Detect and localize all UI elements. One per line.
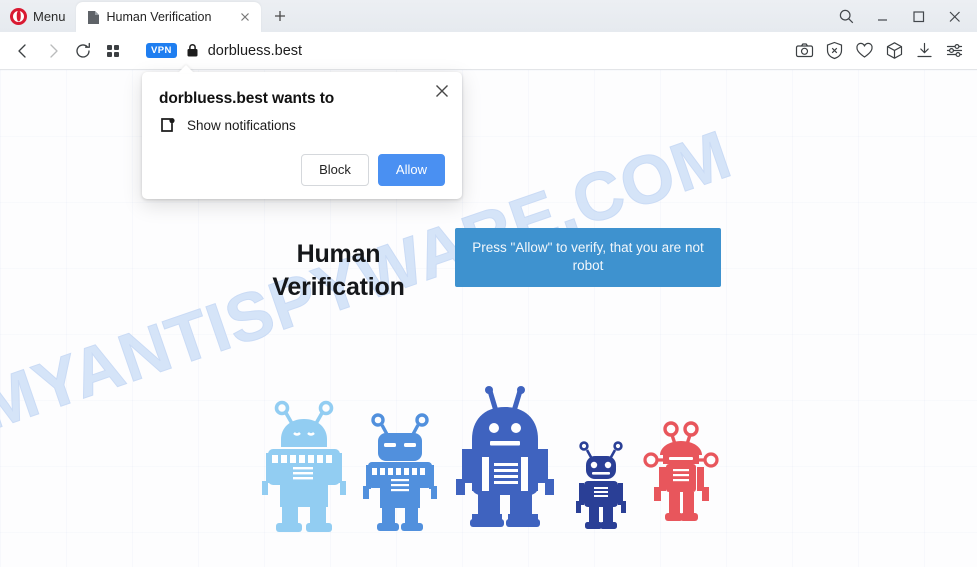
permission-label: Show notifications bbox=[187, 118, 296, 133]
camera-snapshot-icon[interactable] bbox=[794, 40, 815, 61]
plus-icon bbox=[274, 11, 285, 21]
notification-bell-badge-icon bbox=[159, 117, 176, 134]
ad-blocker-shield-icon[interactable] bbox=[824, 40, 845, 61]
download-icon[interactable] bbox=[914, 40, 935, 61]
window-close-button[interactable] bbox=[937, 1, 971, 31]
cube-icon[interactable] bbox=[884, 40, 905, 61]
page-title-line2: Verification bbox=[272, 273, 405, 301]
search-icon bbox=[839, 9, 853, 23]
minimize-icon bbox=[877, 18, 887, 21]
tab-human-verification[interactable]: Human Verification bbox=[75, 2, 261, 32]
robot-medium-blue-icon bbox=[362, 413, 437, 531]
robot-navy-small-icon bbox=[575, 441, 626, 529]
notification-permission-dialog: dorbluess.best wants to Show notificatio… bbox=[142, 72, 462, 199]
grid-tiles-icon bbox=[107, 44, 119, 57]
vpn-badge[interactable]: VPN bbox=[146, 43, 177, 58]
close-icon bbox=[949, 11, 960, 22]
dialog-actions: Block Allow bbox=[159, 154, 445, 186]
new-tab-button[interactable] bbox=[265, 1, 295, 31]
window-maximize-button[interactable] bbox=[901, 1, 935, 31]
opera-menu-button[interactable]: Menu bbox=[0, 0, 76, 32]
back-button[interactable] bbox=[8, 36, 38, 66]
dialog-close-icon[interactable] bbox=[433, 82, 451, 100]
url-text[interactable]: dorbluess.best bbox=[208, 43, 302, 59]
chevron-right-icon bbox=[50, 43, 58, 58]
tab-close-icon[interactable] bbox=[237, 9, 253, 25]
permission-row: Show notifications bbox=[159, 117, 445, 134]
robot-illustration-group bbox=[0, 375, 977, 535]
window-minimize-button[interactable] bbox=[865, 1, 899, 31]
maximize-icon bbox=[912, 10, 924, 22]
address-bar-actions bbox=[794, 40, 969, 61]
block-button[interactable]: Block bbox=[301, 154, 369, 186]
reload-button[interactable] bbox=[68, 36, 98, 66]
chevron-left-icon bbox=[18, 43, 26, 58]
url-field[interactable]: VPN dorbluess.best bbox=[146, 43, 794, 59]
robot-royal-blue-icon bbox=[455, 386, 554, 527]
page-title: Human Verification bbox=[256, 228, 421, 304]
tab-title: Human Verification bbox=[106, 10, 212, 24]
robot-light-blue-icon bbox=[261, 400, 346, 532]
verification-banner: Press "Allow" to verify, that you are no… bbox=[455, 228, 721, 287]
easy-setup-sliders-icon[interactable] bbox=[944, 40, 965, 61]
page-document-icon bbox=[87, 10, 100, 25]
address-bar: VPN dorbluess.best bbox=[0, 32, 977, 70]
forward-button[interactable] bbox=[38, 36, 68, 66]
page-title-line1: Human bbox=[296, 240, 381, 268]
tab-strip: Menu Human Verification bbox=[0, 0, 977, 32]
window-search-button[interactable] bbox=[829, 1, 863, 31]
speed-dial-button[interactable] bbox=[98, 36, 128, 66]
window-controls bbox=[829, 0, 977, 32]
padlock-icon[interactable] bbox=[186, 43, 199, 58]
allow-button[interactable]: Allow bbox=[377, 154, 445, 186]
reload-icon bbox=[76, 42, 90, 58]
robot-red-icon bbox=[642, 421, 719, 521]
opera-logo-icon bbox=[10, 7, 27, 25]
hero-section: Human Verification Press "Allow" to veri… bbox=[0, 228, 977, 304]
heart-icon[interactable] bbox=[854, 40, 875, 61]
dialog-title: dorbluess.best wants to bbox=[159, 90, 335, 107]
browser-window: Menu Human Verification VPN dorbluess.be… bbox=[0, 0, 977, 567]
menu-label: Menu bbox=[33, 8, 66, 24]
